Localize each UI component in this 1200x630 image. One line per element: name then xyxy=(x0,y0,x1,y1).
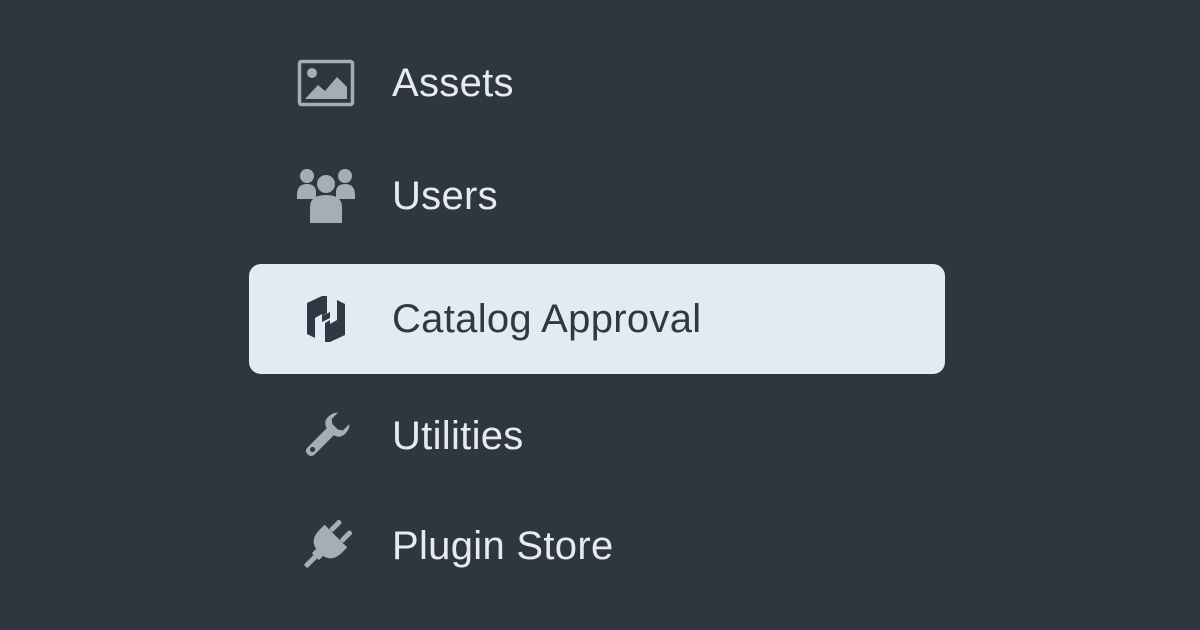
sidebar-item-utilities[interactable]: Utilities xyxy=(249,381,945,491)
sidebar-item-label: Catalog Approval xyxy=(392,297,702,341)
wrench-icon xyxy=(296,406,356,466)
plug-icon xyxy=(296,516,356,576)
sidebar-item-label: Utilities xyxy=(392,414,524,458)
image-icon xyxy=(296,53,356,113)
sidebar-item-catalog-approval[interactable]: Catalog Approval xyxy=(249,264,945,374)
sidebar-item-assets[interactable]: Assets xyxy=(249,28,945,138)
sidebar-item-plugin-store[interactable]: Plugin Store xyxy=(249,491,945,601)
users-icon xyxy=(296,166,356,226)
hashicorp-logo-icon xyxy=(296,289,356,349)
sidebar-item-label: Plugin Store xyxy=(392,524,614,568)
sidebar-nav: Assets Users Catalog Approval Utilities … xyxy=(0,0,1200,630)
sidebar-item-users[interactable]: Users xyxy=(249,141,945,251)
sidebar-item-label: Assets xyxy=(392,61,514,105)
sidebar-item-label: Users xyxy=(392,174,498,218)
